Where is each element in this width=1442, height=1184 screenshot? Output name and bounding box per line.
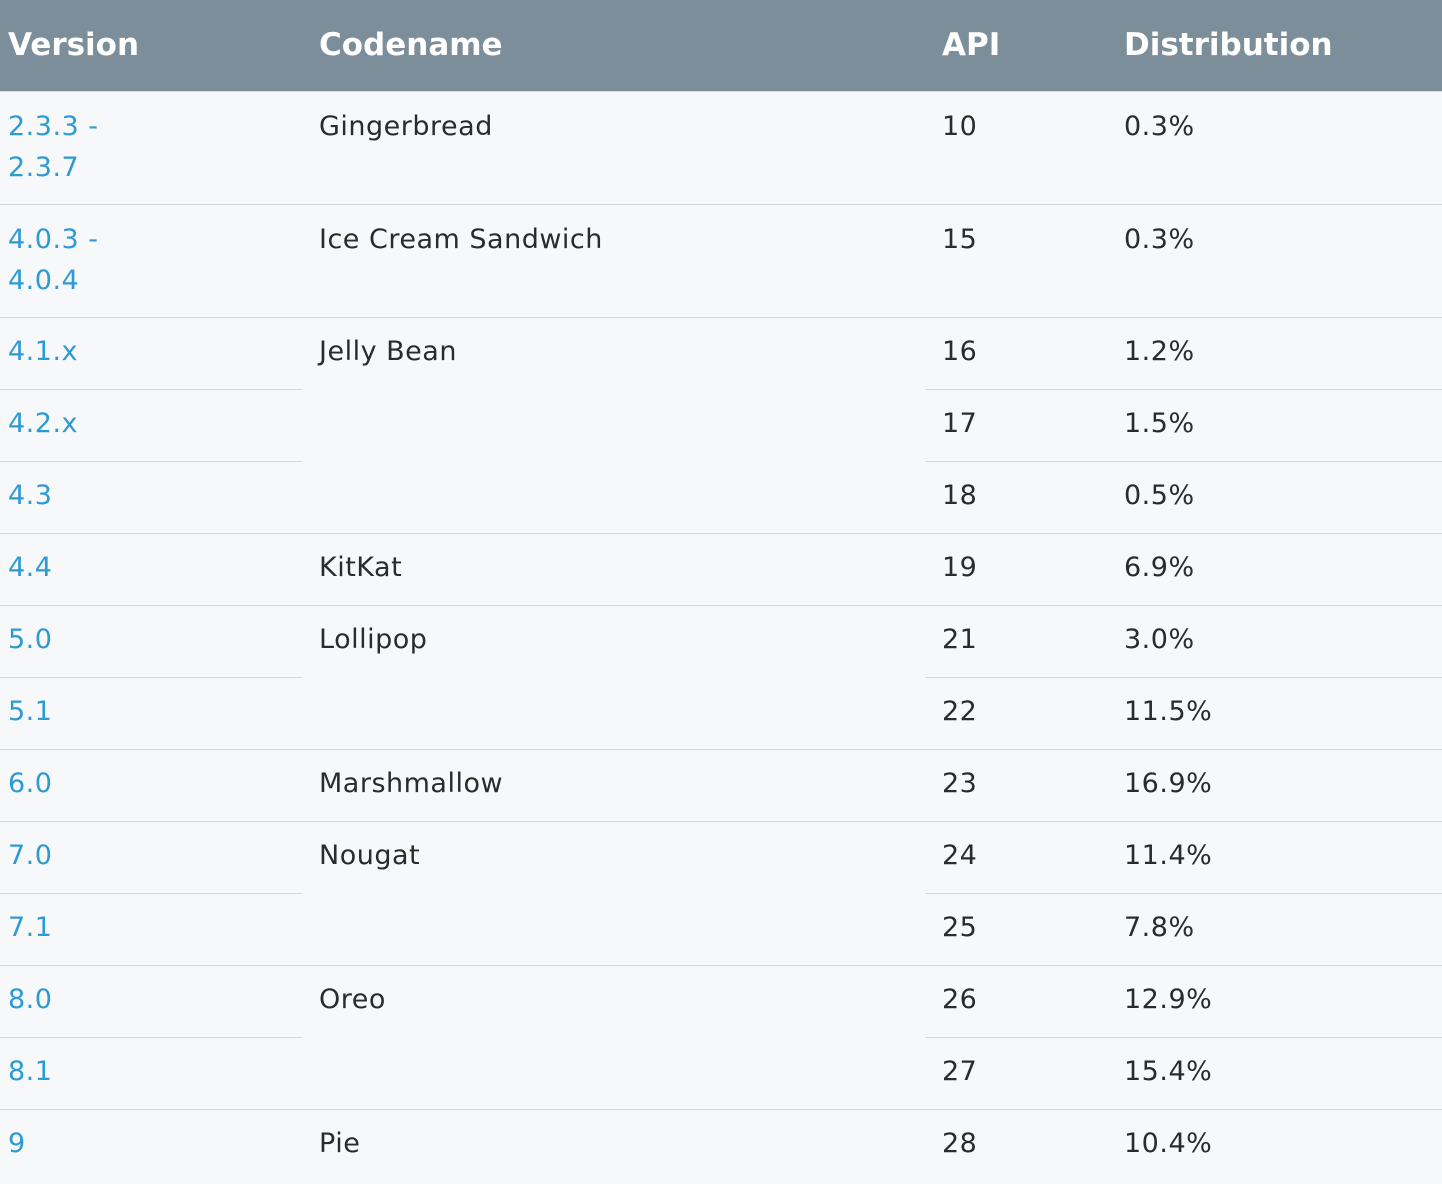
version-link[interactable]: 4.4	[8, 552, 52, 583]
codename-cell: Marshmallow	[302, 748, 925, 821]
api-cell: 10	[925, 90, 1107, 204]
version-cell: 7.0	[0, 820, 302, 893]
distribution-table: Version Codename API Distribution 2.3.3 …	[0, 0, 1442, 1175]
codename-cell: Jelly Bean	[302, 316, 925, 533]
distribution-cell: 1.2%	[1107, 316, 1442, 389]
table-row: 4.4 KitKat 19 6.9%	[0, 532, 1442, 605]
api-cell: 18	[925, 460, 1107, 533]
api-cell: 21	[925, 604, 1107, 677]
table-row: 8.0 Oreo 26 12.9%	[0, 964, 1442, 1109]
distribution-cell: 6.9%	[1107, 532, 1442, 605]
version-link[interactable]: 4.3	[8, 480, 52, 511]
version-cell: 5.0	[0, 604, 302, 677]
version-link[interactable]: 4.1.x	[8, 336, 78, 367]
version-link[interactable]: 2.3.3 -2.3.7	[8, 111, 99, 183]
version-cell: 6.0	[0, 748, 302, 821]
distribution-cell: 16.9%	[1107, 748, 1442, 821]
codename-cell: Gingerbread	[302, 90, 925, 204]
version-link[interactable]: 4.0.3 -4.0.4	[8, 224, 99, 296]
version-link[interactable]: 8.0	[8, 984, 52, 1015]
header-distribution: Distribution	[1124, 27, 1333, 64]
distribution-cell: 15.4%	[1107, 1036, 1442, 1109]
version-cell: 4.2.x	[0, 388, 302, 461]
version-link[interactable]: 5.0	[8, 624, 52, 655]
api-cell: 19	[925, 532, 1107, 605]
distribution-cell: 7.8%	[1107, 892, 1442, 965]
version-link[interactable]: 8.1	[8, 1056, 52, 1087]
table-row: 4.1.x Jelly Bean 16 1.2%	[0, 316, 1442, 533]
api-cell: 16	[925, 316, 1107, 389]
table-row: 7.0 Nougat 24 11.4%	[0, 820, 1442, 965]
version-cell: 7.1	[0, 892, 302, 965]
table-row: 6.0 Marshmallow 23 16.9%	[0, 748, 1442, 821]
codename-cell: Ice Cream Sandwich	[302, 203, 925, 317]
version-link[interactable]: 6.0	[8, 768, 52, 799]
version-link[interactable]: 7.1	[8, 912, 52, 943]
api-cell: 25	[925, 892, 1107, 965]
api-cell: 23	[925, 748, 1107, 821]
table-row: 9 Pie 28 10.4%	[0, 1108, 1442, 1175]
distribution-cell: 12.9%	[1107, 964, 1442, 1037]
header-version: Version	[8, 27, 140, 64]
codename-cell: Pie	[302, 1108, 925, 1175]
table-row: 2.3.3 -2.3.7 Gingerbread 10 0.3%	[0, 90, 1442, 204]
version-cell: 5.1	[0, 676, 302, 749]
distribution-cell: 0.3%	[1107, 203, 1442, 317]
api-cell: 15	[925, 203, 1107, 317]
version-cell: 4.4	[0, 532, 302, 605]
codename-cell: Oreo	[302, 964, 925, 1109]
version-cell: 2.3.3 -2.3.7	[0, 90, 302, 204]
distribution-cell: 0.5%	[1107, 460, 1442, 533]
distribution-cell: 11.4%	[1107, 820, 1442, 893]
distribution-cell: 10.4%	[1107, 1108, 1442, 1175]
codename-cell: KitKat	[302, 532, 925, 605]
api-cell: 28	[925, 1108, 1107, 1175]
distribution-cell: 11.5%	[1107, 676, 1442, 749]
codename-cell: Lollipop	[302, 604, 925, 749]
version-link[interactable]: 5.1	[8, 696, 52, 727]
version-cell: 4.1.x	[0, 316, 302, 389]
distribution-cell: 0.3%	[1107, 90, 1442, 204]
version-link[interactable]: 4.2.x	[8, 408, 78, 439]
api-cell: 27	[925, 1036, 1107, 1109]
table-header-row: Version Codename API Distribution	[0, 0, 1442, 91]
header-codename: Codename	[319, 27, 503, 64]
codename-cell: Nougat	[302, 820, 925, 965]
version-cell: 8.1	[0, 1036, 302, 1109]
version-link[interactable]: 7.0	[8, 840, 52, 871]
version-link[interactable]: 9	[8, 1128, 26, 1159]
distribution-cell: 3.0%	[1107, 604, 1442, 677]
header-api: API	[942, 27, 1001, 64]
distribution-cell: 1.5%	[1107, 388, 1442, 461]
table-row: 5.0 Lollipop 21 3.0%	[0, 604, 1442, 749]
api-cell: 22	[925, 676, 1107, 749]
version-cell: 4.3	[0, 460, 302, 533]
api-cell: 26	[925, 964, 1107, 1037]
api-cell: 17	[925, 388, 1107, 461]
version-cell: 8.0	[0, 964, 302, 1037]
version-cell: 4.0.3 -4.0.4	[0, 203, 302, 317]
table-row: 4.0.3 -4.0.4 Ice Cream Sandwich 15 0.3%	[0, 203, 1442, 317]
version-cell: 9	[0, 1108, 302, 1175]
api-cell: 24	[925, 820, 1107, 893]
